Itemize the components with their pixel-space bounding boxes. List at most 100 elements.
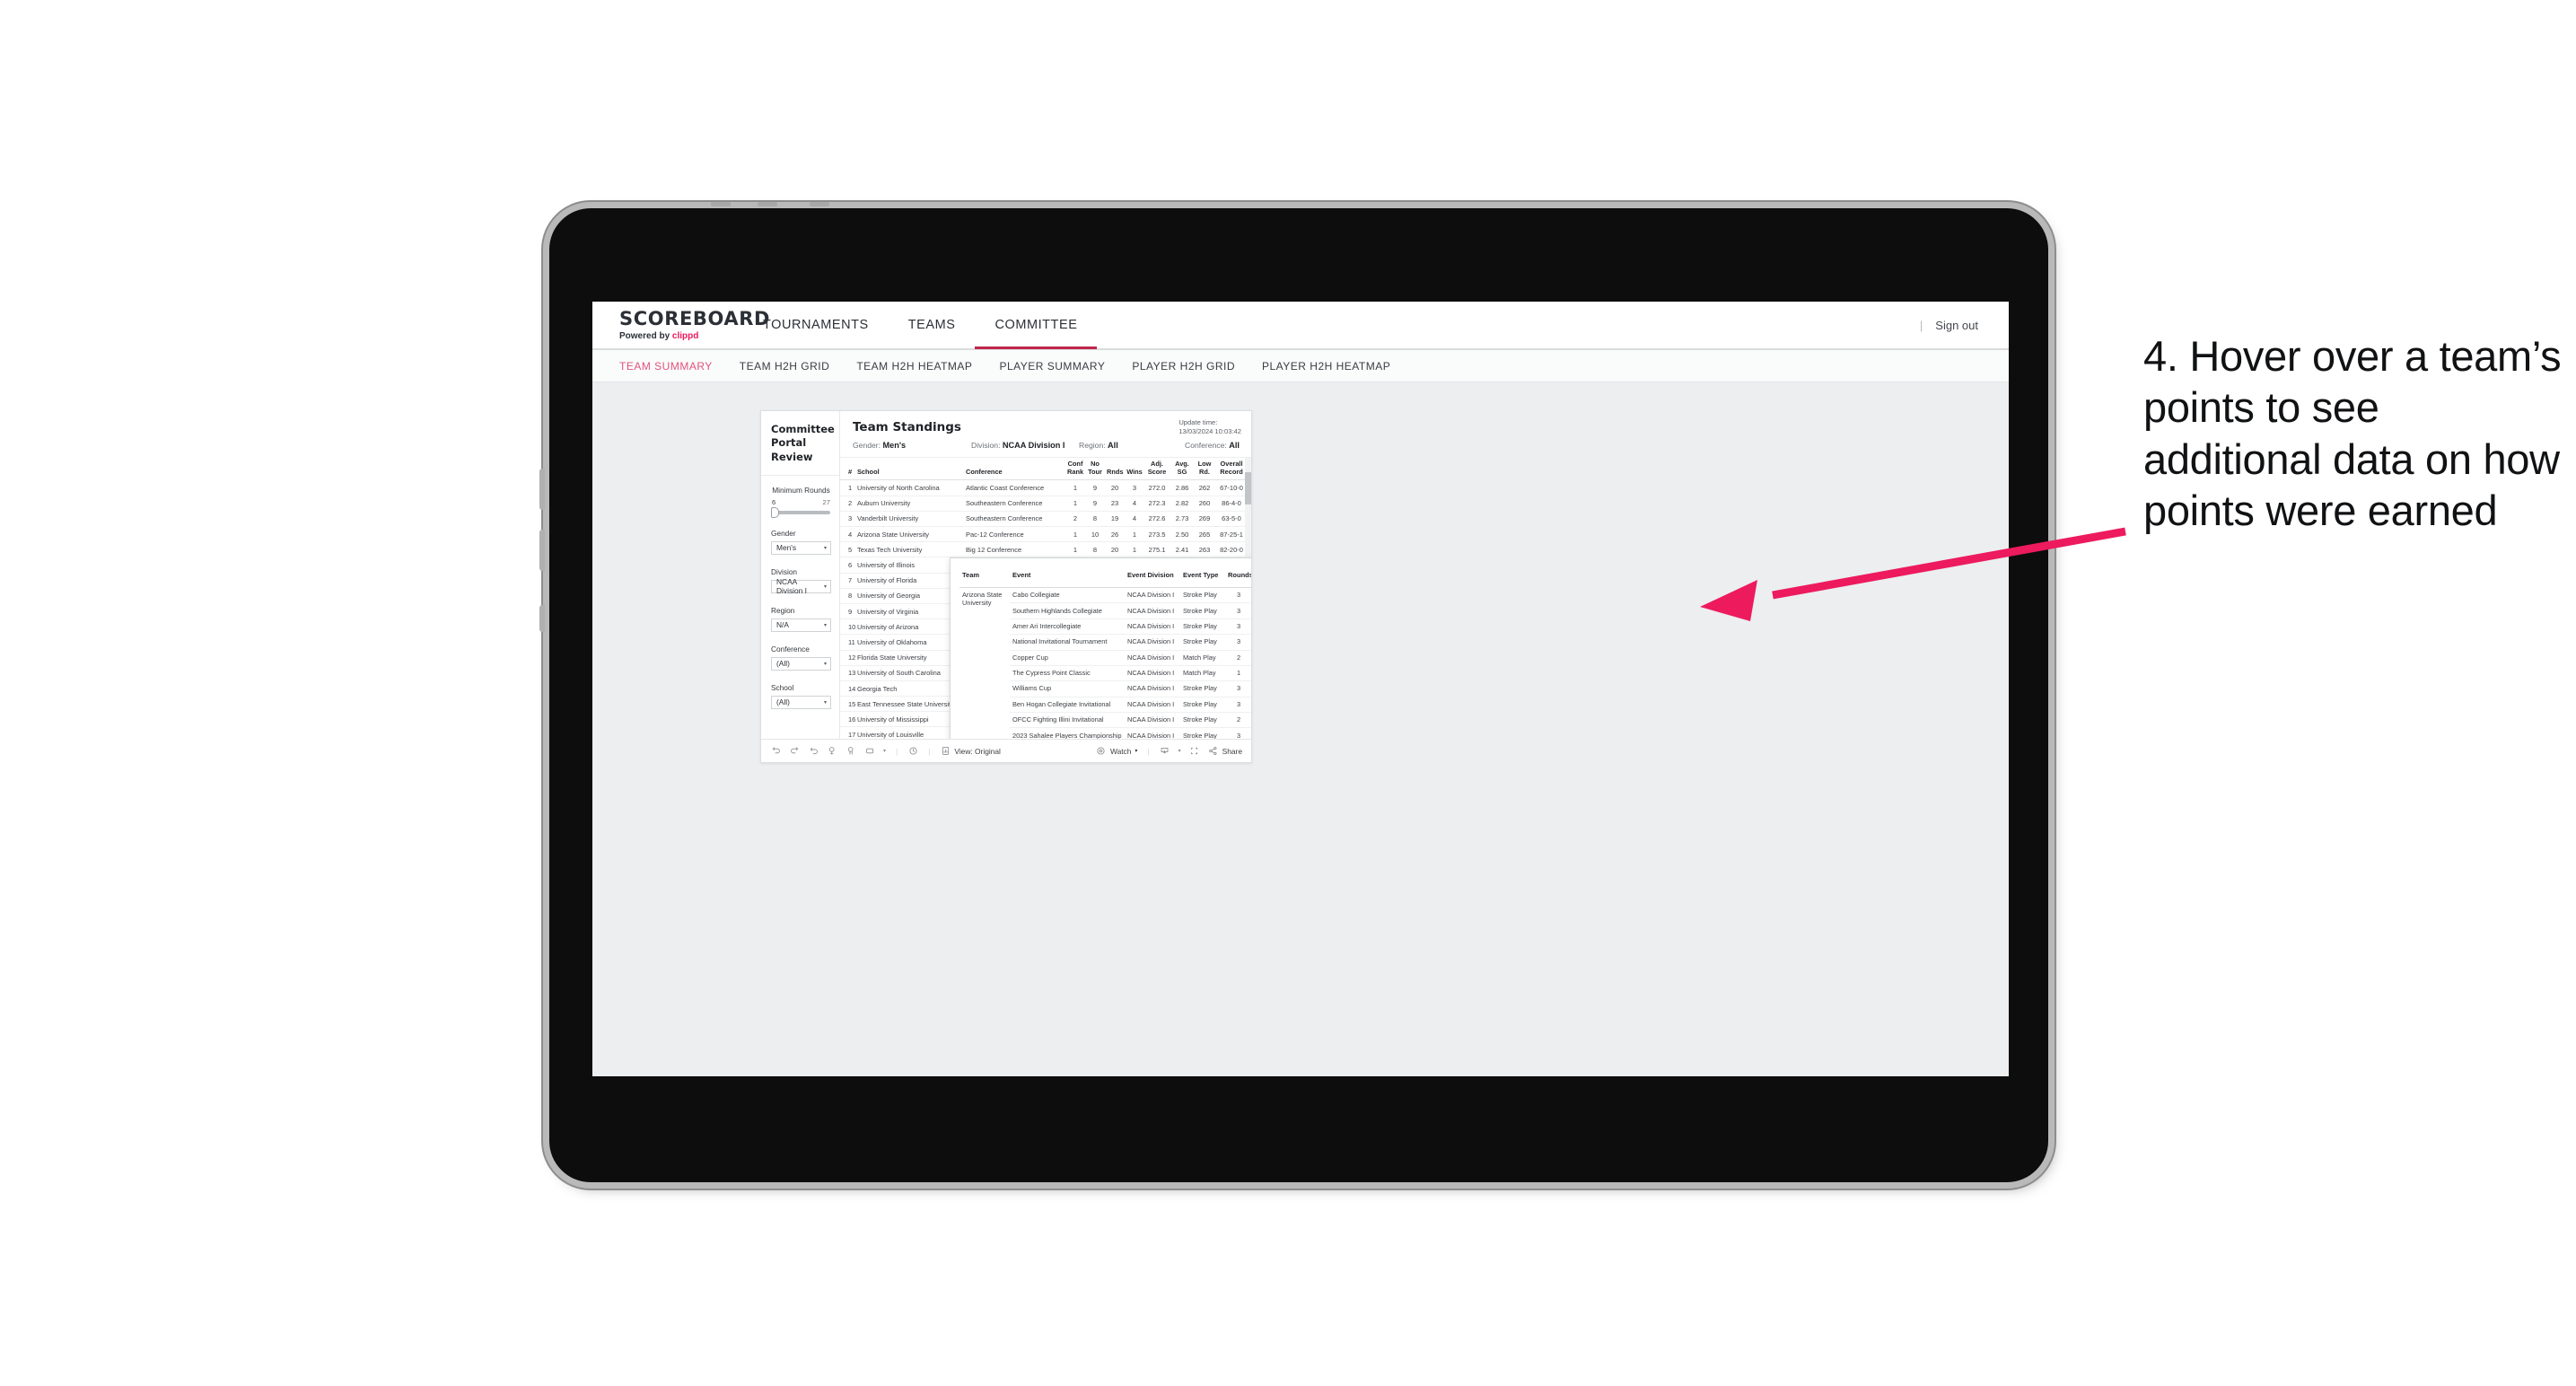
update-time-value: 13/03/2024 10:03:42 [1178,427,1241,436]
cell-rank: 13 [840,665,855,681]
chevron-down-icon: ▾ [823,545,827,551]
standings-col-low-rd[interactable]: Low Rd. [1195,458,1214,481]
table-row[interactable]: 1 University of North Carolina Atlantic Co… [840,479,1251,496]
watch-button[interactable]: Watch ▾ [1096,746,1137,757]
tab-team-summary[interactable]: TEAM SUMMARY [619,360,713,373]
fullscreen-icon[interactable] [1189,746,1200,757]
portal-title: Committee Portal Review [761,411,839,476]
tablet-volume-up-button[interactable] [539,469,545,510]
chevron-down-icon[interactable]: ▾ [883,748,886,754]
tooltip-cell-rounds: 3 [1225,634,1251,651]
table-row[interactable]: 4 Arizona State University Pac-12 Conferen… [840,526,1251,543]
cell-school: University of Mississippi [855,711,964,728]
cell-confrank: 1 [1065,526,1085,543]
cell-school: University of Arizona [855,618,964,636]
tooltip-cell-type: Stroke Play [1180,587,1225,604]
pause-auto-update-icon[interactable] [846,746,856,757]
standings-header-row: # School Conference Conf Rank No Tour Rnds Wins A… [840,458,1251,481]
cell-rank: 8 [840,588,855,604]
table-scrollbar-thumb[interactable] [1245,472,1251,504]
refresh-data-icon[interactable] [827,746,837,757]
cell-sg: 2.73 [1170,511,1195,528]
standings-col-conf-rank[interactable]: Conf Rank [1065,458,1085,481]
standings-col-rnds[interactable]: Rnds [1105,458,1125,481]
tooltip-cell-type: Match Play [1180,665,1225,682]
cell-wins: 1 [1125,541,1144,558]
table-row[interactable]: 5 Texas Tech University Big 12 Conference 1… [840,541,1251,558]
tab-player-summary[interactable]: PLAYER SUMMARY [999,360,1105,373]
cell-rank: 14 [840,680,855,697]
signout-divider: | [1919,318,1923,332]
sub-tab-bar: TEAM SUMMARY TEAM H2H GRID TEAM H2H HEAT… [592,350,2009,382]
tooltip-cell-event: Amer Ari Intercollegiate [1010,618,1125,636]
filter-list: Minimum Rounds 6 27 Gender Men's ▾ Divis… [761,476,839,722]
main-nav: TOURNAMENTS TEAMS COMMITTEE [743,302,1097,349]
region-select[interactable]: N/A ▾ [771,618,831,632]
standings-col-adj-score[interactable]: Adj. Score [1144,458,1170,481]
nav-item-teams[interactable]: TEAMS [889,302,976,349]
download-icon[interactable] [1160,746,1170,757]
brand-logo[interactable]: SCOREBOARD Powered by clippd [592,309,769,341]
tooltip-cell-type: Stroke Play [1180,680,1225,697]
tooltip-cell-rounds: 3 [1225,618,1251,636]
cell-notour: 9 [1085,479,1105,496]
standings-col-no-tour[interactable]: No Tour [1085,458,1105,481]
division-select[interactable]: NCAA Division I ▾ [771,577,831,595]
standings-col-school[interactable]: School [855,458,964,481]
tab-player-h2h-heatmap[interactable]: PLAYER H2H HEATMAP [1262,360,1390,373]
cell-confrank: 1 [1065,496,1085,512]
chevron-down-icon[interactable]: ▾ [1178,748,1181,754]
signout-link[interactable]: Sign out [1935,319,1978,332]
app-top-bar: SCOREBOARD Powered by clippd TOURNAMENTS… [592,302,2009,350]
cell-rank: 1 [840,479,855,496]
revert-icon[interactable] [808,746,819,757]
minimum-rounds-slider[interactable] [771,506,830,518]
dashboard-body: Committee Portal Review Minimum Rounds 6… [761,411,1251,739]
minimum-rounds-slider-handle[interactable] [771,506,779,518]
cell-rnds: 20 [1105,479,1125,496]
cell-conf: Pac-12 Conference [964,526,1065,543]
tab-team-h2h-heatmap[interactable]: TEAM H2H HEATMAP [856,360,972,373]
tab-player-h2h-grid[interactable]: PLAYER H2H GRID [1132,360,1235,373]
conference-select[interactable]: (All) ▾ [771,656,831,671]
tab-team-h2h-grid[interactable]: TEAM H2H GRID [740,360,830,373]
standings-col-wins[interactable]: Wins [1125,458,1144,481]
share-button[interactable]: Share [1208,746,1242,757]
tooltip-cell-type: Stroke Play [1180,602,1225,619]
tooltip-cell-event: Williams Cup [1010,680,1125,697]
tooltip-header-row: TeamEventEvent DivisionEvent TypeRoundsR… [959,565,1251,588]
workspace: Committee Portal Review Minimum Rounds 6… [592,382,2009,1076]
standings-col-conference[interactable]: Conference [964,458,1065,481]
redo-icon[interactable] [789,746,800,757]
conference-value: (All) [776,659,790,669]
cell-adj: 273.5 [1144,526,1170,543]
standings-col-[interactable]: # [840,458,855,481]
table-row[interactable]: 2 Auburn University Southeastern Conferenc… [840,496,1251,512]
annotation-arrow [1700,527,2126,621]
tooltip-row: Arizona State University Cabo Collegiate N… [959,587,1251,607]
table-row[interactable]: 3 Vanderbilt University Southeastern Confe… [840,511,1251,528]
tooltip-table-head: TeamEventEvent DivisionEvent TypeRoundsR… [959,565,1251,588]
cell-rank: 17 [840,726,855,739]
nav-item-committee[interactable]: COMMITTEE [975,302,1097,349]
filter-gender: Gender Men's ▾ [771,529,831,555]
standings-col-overall-record[interactable]: Overall Record [1214,458,1249,481]
standings-col-avg-sg[interactable]: Avg. SG [1170,458,1195,481]
device-layout-icon[interactable] [864,746,875,757]
filter-region: Region N/A ▾ [771,606,831,632]
gender-select[interactable]: Men's ▾ [771,540,831,555]
chevron-down-icon: ▾ [823,583,827,590]
school-select[interactable]: (All) ▾ [771,695,831,709]
cell-wins: 1 [1125,526,1144,543]
cell-school: University of Florida [855,573,964,589]
view-original-button[interactable]: View: Original [940,746,1001,757]
cell-school: University of Oklahoma [855,634,964,651]
tooltip-cell-division: NCAA Division I [1125,650,1180,666]
cell-school: Florida State University [855,650,964,666]
history-icon[interactable] [907,746,918,757]
region-value: N/A [776,620,789,630]
nav-item-tournaments[interactable]: TOURNAMENTS [743,302,889,349]
tablet-volume-down-button[interactable] [539,530,545,571]
tablet-power-button[interactable] [539,605,545,632]
undo-icon[interactable] [770,746,781,757]
